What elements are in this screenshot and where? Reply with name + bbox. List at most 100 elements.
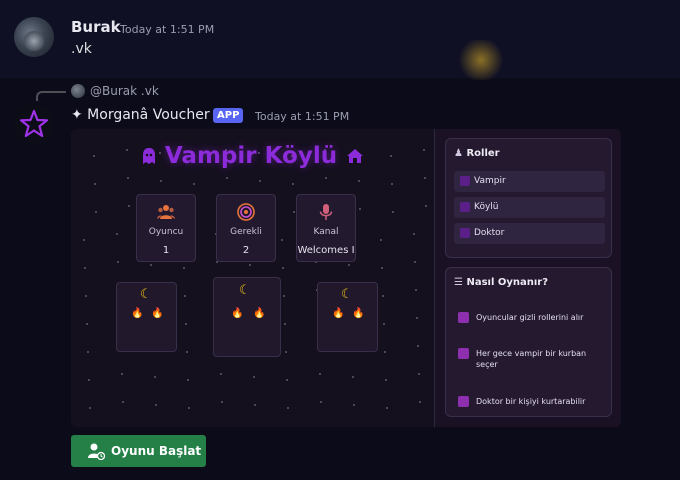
- night-card: ☾ 🔥 🔥: [116, 282, 177, 352]
- star-dot: [254, 404, 256, 406]
- target-icon: [237, 203, 255, 221]
- star-dot: [325, 177, 327, 179]
- reply-preview[interactable]: @Burak .vk: [90, 84, 159, 98]
- star-dot: [320, 401, 322, 403]
- flame-icon: 🔥: [332, 308, 345, 319]
- flame-icon: 🔥: [231, 308, 244, 319]
- divider: [434, 129, 435, 427]
- star-dot: [385, 379, 387, 381]
- star-dot: [121, 373, 123, 375]
- reply-avatar[interactable]: [71, 84, 85, 98]
- star-dot: [424, 177, 426, 179]
- star-dot: [352, 376, 354, 378]
- game-card: Vampir Köylü Oyuncu 1 Gerekli 2 Kanal We…: [71, 129, 621, 427]
- howto-title-text: Nasıl Oynanır?: [466, 277, 549, 288]
- step-icon: [458, 348, 469, 359]
- stat-players: Oyuncu 1: [136, 194, 196, 262]
- star-dot: [249, 264, 251, 266]
- role-koylu[interactable]: Köylü: [454, 197, 605, 218]
- star-dot: [415, 289, 417, 291]
- star-dot: [358, 180, 360, 182]
- stat-label: Kanal: [313, 227, 339, 237]
- star-dot: [284, 323, 286, 325]
- star-dot: [185, 323, 187, 325]
- step-icon: [458, 396, 469, 407]
- stat-required: Gerekli 2: [216, 194, 276, 262]
- ghost-icon: [142, 148, 155, 164]
- star-dot: [382, 295, 384, 297]
- star-dot: [380, 239, 382, 241]
- star-dot: [183, 267, 185, 269]
- reply-username: @Burak: [90, 84, 138, 98]
- star-icon: [19, 109, 49, 138]
- stat-label: Oyuncu: [148, 227, 184, 237]
- bot-name[interactable]: ✦ Morganâ Voucher: [71, 107, 210, 123]
- star-dot: [95, 211, 97, 213]
- star-dot: [187, 379, 189, 381]
- flame-icon: 🔥: [352, 308, 365, 319]
- star-dot: [392, 211, 394, 213]
- star-dot: [160, 180, 162, 182]
- howto-text: Oyuncular gizli rollerini alır: [476, 313, 584, 322]
- user-clock-icon: [88, 443, 105, 460]
- stat-value: 2: [242, 245, 250, 256]
- star-dot: [186, 351, 188, 353]
- star-dot: [293, 211, 295, 213]
- howto-text: Doktor bir kişiyi kurtarabilir: [476, 397, 586, 406]
- howto-title: ☰ Nasıl Oynanır?: [454, 277, 548, 288]
- star-dot: [384, 351, 386, 353]
- star-dot: [155, 404, 157, 406]
- role-label: Köylü: [474, 202, 499, 212]
- role-doktor[interactable]: Doktor: [454, 223, 605, 244]
- star-dot: [286, 379, 288, 381]
- bot-avatar[interactable]: [14, 104, 54, 144]
- role-icon: [460, 228, 470, 238]
- message-text: .vk: [71, 41, 92, 57]
- star-dot: [94, 183, 96, 185]
- star-dot: [128, 205, 130, 207]
- howto-item: Oyuncular gizli rollerini alır: [454, 312, 604, 323]
- page-title: Vampir Köylü: [71, 143, 434, 169]
- stat-value: Welcomes I: [297, 245, 355, 256]
- star-dot: [282, 267, 284, 269]
- star-dot: [86, 323, 88, 325]
- star-dot: [85, 295, 87, 297]
- howto-panel: ☰ Nasıl Oynanır? Oyuncular gizli rolleri…: [445, 267, 612, 417]
- star-dot: [226, 177, 228, 179]
- username[interactable]: Burak: [71, 18, 121, 36]
- home-icon: [347, 149, 364, 163]
- stat-value: 1: [162, 245, 170, 256]
- star-dot: [221, 401, 223, 403]
- night-card: ☾ 🔥 🔥: [317, 282, 378, 352]
- users-icon: [157, 205, 175, 219]
- star-dot: [386, 407, 388, 409]
- role-icon: [460, 176, 470, 186]
- star-dot: [83, 239, 85, 241]
- star-dot: [259, 180, 261, 182]
- star-dot: [418, 373, 420, 375]
- avatar[interactable]: [14, 17, 54, 57]
- star-dot: [353, 404, 355, 406]
- scroll-icon: ☰: [454, 277, 463, 288]
- stat-label: Gerekli: [230, 227, 262, 237]
- users-icon: ♟: [454, 148, 463, 159]
- star-dot: [84, 267, 86, 269]
- star-dot: [220, 373, 222, 375]
- star-dot: [413, 233, 415, 235]
- game-title-text: Vampir Köylü: [164, 143, 338, 169]
- roles-panel: ♟ Roller Vampir Köylü Doktor: [445, 138, 612, 258]
- start-game-button[interactable]: Oyunu Başlat: [71, 435, 206, 467]
- star-dot: [253, 376, 255, 378]
- star-dot: [127, 177, 129, 179]
- star-dot: [184, 295, 186, 297]
- star-dot: [281, 239, 283, 241]
- star-dot: [414, 261, 416, 263]
- star-dot: [348, 264, 350, 266]
- role-vampir[interactable]: Vampir: [454, 171, 605, 192]
- role-label: Vampir: [474, 176, 506, 186]
- star-dot: [419, 401, 421, 403]
- moon-icon: ☾: [341, 287, 353, 302]
- star-dot: [383, 323, 385, 325]
- role-label: Doktor: [474, 228, 505, 238]
- flame-icon: 🔥: [131, 308, 144, 319]
